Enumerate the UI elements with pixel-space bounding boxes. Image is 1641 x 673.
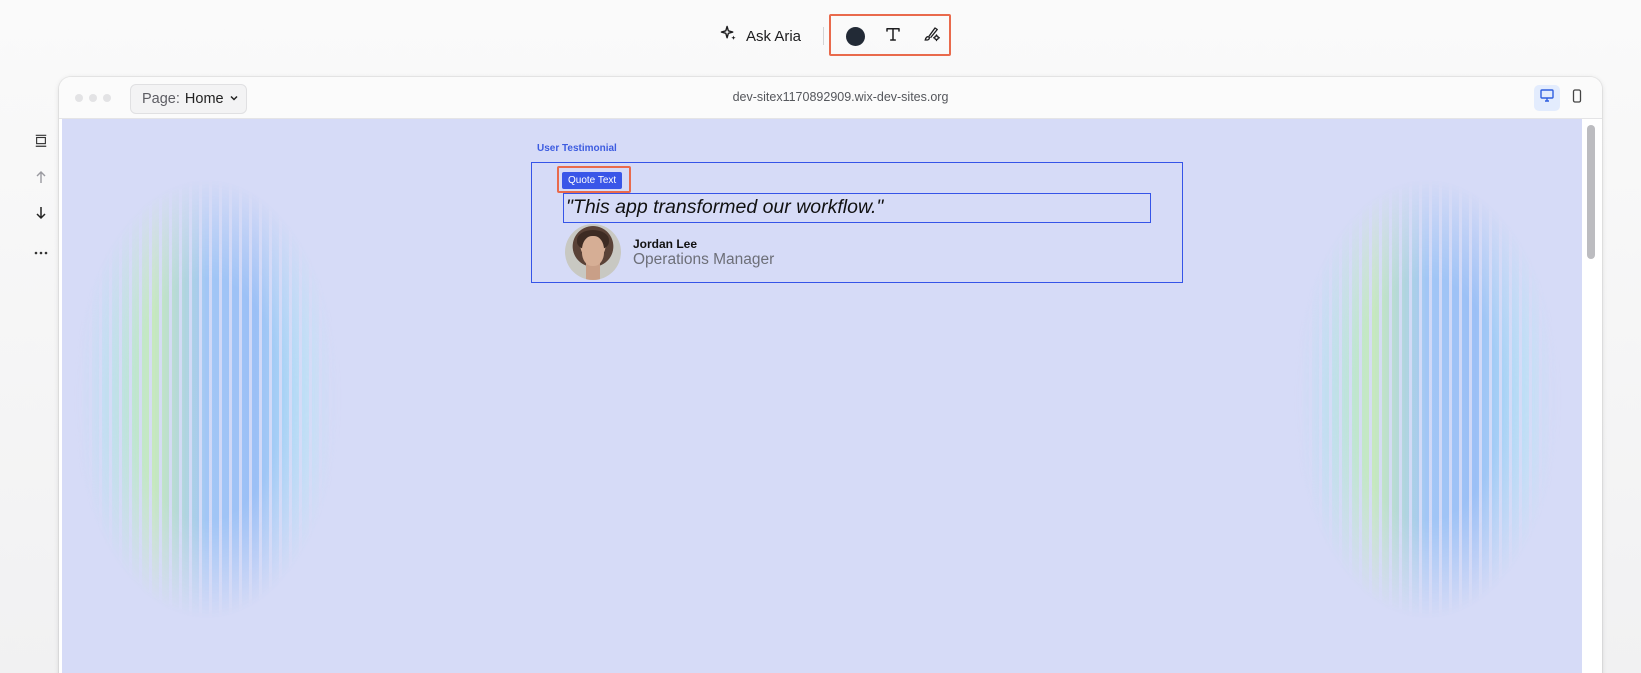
person-role[interactable]: Operations Manager: [633, 251, 774, 269]
text-icon: [884, 25, 902, 48]
move-down-button[interactable]: [30, 204, 52, 226]
editor-top-toolbar: Ask Aria: [0, 0, 1641, 72]
layout-button[interactable]: [30, 132, 52, 154]
mobile-view-button[interactable]: [1564, 85, 1590, 111]
desktop-view-button[interactable]: [1534, 85, 1560, 111]
person-name[interactable]: Jordan Lee: [633, 237, 697, 251]
decorative-gradient-bars: [1292, 179, 1562, 619]
selected-element-highlight: Quote Text: [557, 166, 631, 193]
mobile-icon: [1572, 88, 1582, 108]
canvas-scrollbar[interactable]: [1586, 121, 1596, 673]
color-dot-icon: [845, 26, 865, 46]
toolbar-divider: [823, 27, 824, 45]
browser-chrome: Page: Home dev-sitex1170892909.wix-dev-s…: [59, 77, 1602, 119]
section-label: User Testimonial: [537, 143, 617, 154]
quote-text-tag[interactable]: Quote Text: [562, 172, 623, 189]
text-tools-group: [829, 14, 951, 56]
text-format-button[interactable]: [882, 25, 904, 47]
more-button[interactable]: [30, 240, 52, 262]
device-toggle: [1534, 85, 1590, 111]
arrow-up-icon: [35, 170, 47, 189]
layout-icon: [34, 134, 48, 153]
more-icon: [34, 242, 48, 260]
move-up-button[interactable]: [30, 168, 52, 190]
ask-aria-button[interactable]: Ask Aria: [720, 24, 801, 48]
avatar[interactable]: [565, 224, 621, 280]
quote-text: "This app transformed our workflow.": [566, 196, 884, 218]
decorative-gradient-bars: [72, 179, 342, 619]
editor-canvas[interactable]: User Testimonial Quote Text "This app tr…: [62, 119, 1582, 673]
testimonial-section[interactable]: Quote Text "This app transformed our wor…: [531, 162, 1183, 283]
color-picker-button[interactable]: [844, 25, 866, 47]
site-url: dev-sitex1170892909.wix-dev-sites.org: [732, 90, 949, 104]
ask-aria-label: Ask Aria: [746, 27, 802, 45]
scrollbar-thumb[interactable]: [1587, 125, 1595, 259]
quote-text-element[interactable]: "This app transformed our workflow.": [563, 193, 1151, 223]
sparkle-icon: [720, 25, 737, 47]
desktop-icon: [1540, 89, 1554, 107]
avatar-face: [582, 236, 604, 266]
site-preview-window: Page: Home dev-sitex1170892909.wix-dev-s…: [59, 77, 1602, 673]
brush-settings-icon: [923, 25, 941, 48]
design-settings-button[interactable]: [921, 25, 943, 47]
arrow-down-icon: [35, 206, 47, 225]
